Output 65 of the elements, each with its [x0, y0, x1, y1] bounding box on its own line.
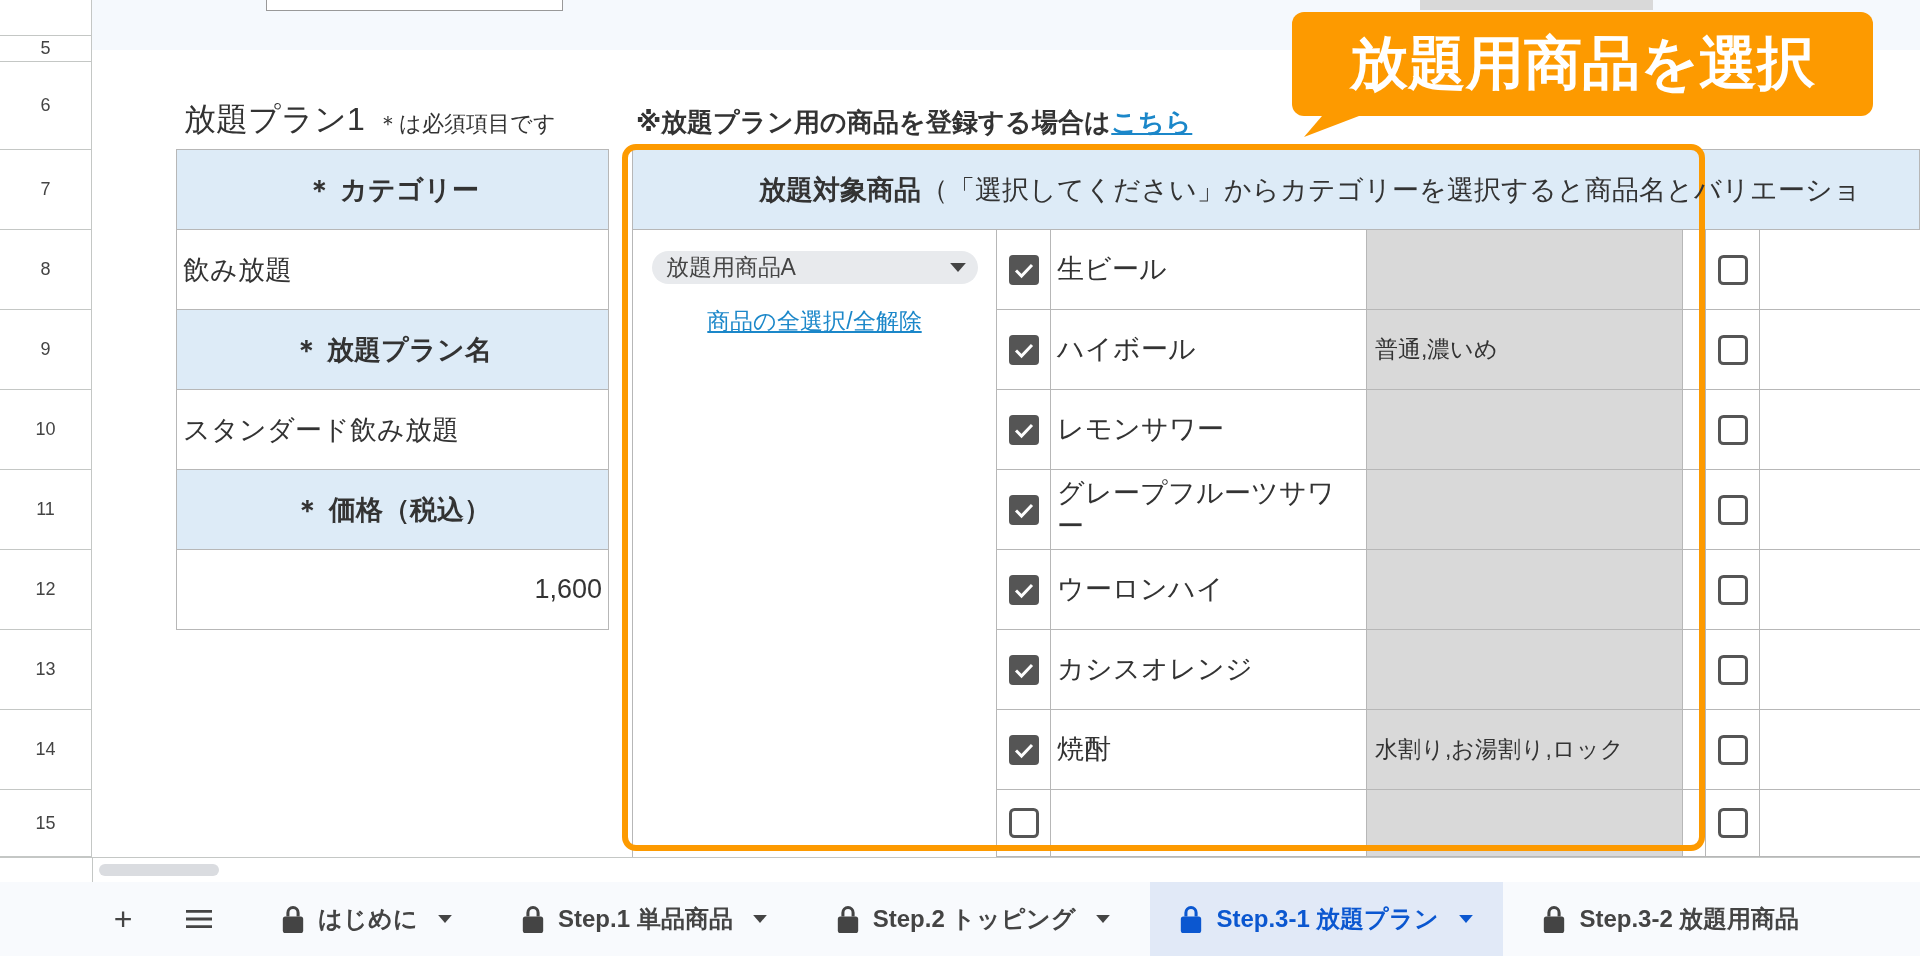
caret-icon[interactable] — [1459, 915, 1474, 923]
product-name: 生ビール — [1057, 253, 1167, 286]
required-note: ＊は必須項目です — [376, 110, 556, 138]
product-name: ウーロンハイ — [1057, 573, 1224, 606]
checkbox[interactable] — [1008, 494, 1039, 525]
scrollbar-thumb[interactable] — [99, 864, 219, 876]
variation-text: 普通,濃いめ — [1375, 335, 1499, 364]
checkbox[interactable] — [1717, 494, 1748, 525]
checkbox[interactable] — [1717, 734, 1748, 765]
checkbox[interactable] — [1008, 254, 1039, 285]
select-all-link[interactable]: 商品の全選択/全解除 — [707, 306, 922, 337]
row-number: 15 — [0, 790, 92, 857]
checkbox[interactable] — [1008, 334, 1039, 365]
product-name: カシスオレンジ — [1057, 653, 1253, 686]
checkbox[interactable] — [1008, 414, 1039, 445]
product-name: ハイボール — [1057, 333, 1196, 366]
lock-icon — [522, 905, 544, 933]
add-sheet-button[interactable]: + — [100, 882, 146, 956]
row-number: 13 — [0, 630, 92, 710]
table-cell: 1,600 — [176, 550, 609, 630]
row-number: 5 — [0, 36, 92, 62]
category-dropdown[interactable]: 放題用商品A — [651, 251, 978, 284]
lock-icon — [1543, 905, 1566, 933]
register-note: ※放題プラン用の商品を登録する場合はこちら — [636, 106, 1193, 139]
row-number: 12 — [0, 550, 92, 630]
field-label: ＊ 価格（税込） — [176, 469, 609, 550]
sheet-tab[interactable]: Step.1 単品商品 — [492, 882, 797, 956]
row-number: 10 — [0, 390, 92, 470]
field-label: ＊ 放題プラン名 — [176, 309, 609, 390]
checkbox[interactable] — [1717, 334, 1748, 365]
checkbox[interactable] — [1717, 574, 1748, 605]
row-number: 8 — [0, 230, 92, 310]
input-field[interactable] — [266, 0, 563, 11]
lock-icon — [282, 905, 304, 933]
row-number: 6 — [0, 62, 92, 150]
caret-icon[interactable] — [752, 915, 767, 923]
checkbox[interactable] — [1008, 808, 1039, 838]
sheet-tab[interactable]: Step.2 トッピング — [806, 882, 1141, 956]
product-name: レモンサワー — [1057, 413, 1224, 446]
variation-text: 水割り,お湯割り,ロック — [1375, 735, 1624, 764]
row-number: 11 — [0, 470, 92, 550]
checkbox[interactable] — [1008, 654, 1039, 685]
checkbox[interactable] — [1717, 414, 1748, 445]
link[interactable]: こちら — [1111, 107, 1193, 137]
row-number: 14 — [0, 710, 92, 790]
callout-tail — [1304, 116, 1360, 138]
sheet-tab[interactable]: はじめに — [252, 882, 482, 956]
checkbox[interactable] — [1717, 254, 1748, 285]
product-name: グレープフルーツサワー — [1057, 477, 1336, 542]
caret-icon[interactable] — [438, 915, 452, 923]
caret-icon[interactable] — [1096, 915, 1111, 923]
checkbox[interactable] — [1008, 734, 1039, 765]
checkbox[interactable] — [1008, 574, 1039, 605]
field-label: ＊ カテゴリー — [176, 149, 609, 230]
sheet-tab[interactable]: Step.3-2 放題用商品 — [1513, 882, 1830, 956]
lock-icon — [1180, 905, 1203, 933]
lock-icon — [836, 905, 859, 933]
checkbox[interactable] — [1717, 654, 1748, 685]
checkbox[interactable] — [1717, 808, 1748, 838]
caret-icon — [949, 263, 966, 272]
sheet-tab[interactable]: Step.3-1 放題プラン — [1150, 882, 1504, 956]
row-number: 9 — [0, 310, 92, 390]
product-name: 焼酎 — [1057, 733, 1111, 766]
plan-title: 放題プラン1 — [184, 100, 365, 139]
row-number: 7 — [0, 150, 92, 230]
